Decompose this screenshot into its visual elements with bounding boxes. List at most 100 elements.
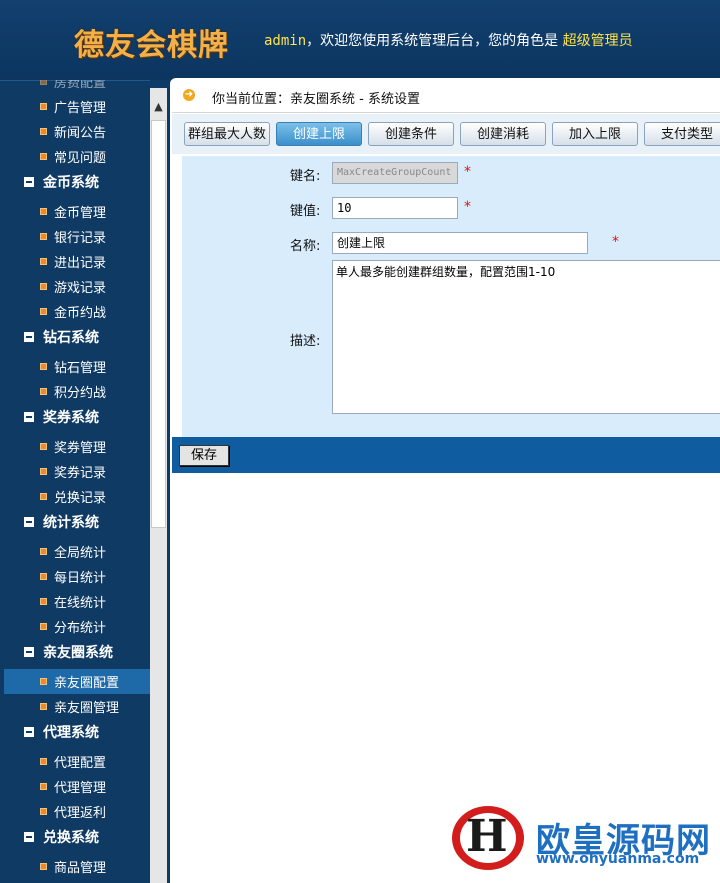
breadcrumb: ➜ 你当前位置：亲友圈系统 - 系统设置 xyxy=(172,80,720,113)
key-label: 键名: xyxy=(290,169,321,184)
sidebar-item-label: 亲友圈管理 xyxy=(54,701,120,716)
value-field[interactable]: 10 xyxy=(332,197,458,219)
sidebar-item-8[interactable]: 游戏记录 xyxy=(4,274,150,299)
scrollbar-thumb[interactable] xyxy=(151,120,166,528)
bullet-icon xyxy=(40,758,47,765)
nav-group-17[interactable]: 统计系统 xyxy=(24,509,150,534)
sidebar-item-11[interactable]: 钻石管理 xyxy=(4,354,150,379)
tab-bar: 群组最大人数 创建上限 创建条件 创建消耗 加入上限 支付类型 xyxy=(172,114,720,154)
sidebar-nav: 房费配置 广告管理 新闻公告常见问题金币系统金币管理银行记录 进出记录游戏记录金币约战… xyxy=(0,80,150,883)
action-bar: 保存 xyxy=(172,437,720,473)
scroll-up-icon[interactable]: ▲ xyxy=(150,98,167,115)
bullet-icon xyxy=(40,388,47,395)
sidebar-item-label: 奖券记录 xyxy=(54,466,107,481)
tab-create-cost[interactable]: 创建消耗 xyxy=(460,122,546,146)
sidebar-item-18[interactable]: 全局统计 xyxy=(4,539,150,564)
sidebar-item-3[interactable]: 常见问题 xyxy=(4,144,150,169)
sidebar-item-26[interactable]: 代理配置 xyxy=(4,749,150,774)
bullet-icon xyxy=(40,598,47,605)
sidebar-item-5[interactable]: 金币管理 xyxy=(4,199,150,224)
nav-group-22[interactable]: 亲友圈系统 xyxy=(24,639,150,664)
nav-group-4[interactable]: 金币系统 xyxy=(24,169,150,194)
bullet-icon xyxy=(40,573,47,580)
sidebar-item-12[interactable]: 积分约战 xyxy=(4,379,150,404)
sidebar-item-label: 分布统计 xyxy=(54,621,107,636)
bullet-icon xyxy=(40,623,47,630)
sidebar-item-label: 每日统计 xyxy=(54,571,107,586)
nav-group-29[interactable]: 兑换系统 xyxy=(24,824,150,849)
arrow-right-icon: ➜ xyxy=(183,89,195,101)
sidebar-item-label: 奖券管理 xyxy=(54,441,107,456)
collapse-icon[interactable] xyxy=(24,831,34,842)
sidebar-item-27[interactable]: 代理管理 xyxy=(4,774,150,799)
bullet-icon xyxy=(40,283,47,290)
collapse-icon[interactable] xyxy=(24,646,34,657)
sidebar-item-1[interactable]: 广告管理 xyxy=(4,94,150,119)
sidebar-item-14[interactable]: 奖券管理 xyxy=(4,434,150,459)
sidebar-item-20[interactable]: 在线统计 xyxy=(4,589,150,614)
nav-group-13[interactable]: 奖券系统 xyxy=(24,404,150,429)
tab-create-limit[interactable]: 创建上限 xyxy=(276,122,362,146)
sidebar-item-label: 积分约战 xyxy=(54,386,107,401)
nav-group-label: 亲友圈系统 xyxy=(43,644,113,661)
sidebar-item-label: 金币管理 xyxy=(54,206,107,221)
bullet-icon xyxy=(40,863,47,870)
collapse-icon[interactable] xyxy=(24,331,34,342)
description-label: 描述: xyxy=(290,334,321,349)
sidebar-item-28[interactable]: 代理返利 xyxy=(4,799,150,824)
sidebar-item-0[interactable]: 房费配置 xyxy=(4,80,150,94)
tab-group-max-members[interactable]: 群组最大人数 xyxy=(184,122,270,146)
key-field: MaxCreateGroupCount xyxy=(332,162,458,184)
content-panel: ➜ 你当前位置：亲友圈系统 - 系统设置 群组最大人数 创建上限 创建条件 创建… xyxy=(170,78,720,883)
tab-join-limit[interactable]: 加入上限 xyxy=(552,122,638,146)
sidebar-scrollbar[interactable]: ▲ xyxy=(150,88,167,883)
bullet-icon xyxy=(40,493,47,500)
nav-group-10[interactable]: 钻石系统 xyxy=(24,324,150,349)
name-field[interactable]: 创建上限 xyxy=(332,232,588,254)
sidebar-item-label: 常见问题 xyxy=(54,151,107,166)
sidebar-item-label: 金币约战 xyxy=(54,306,107,321)
bullet-icon xyxy=(40,233,47,240)
required-mark: * xyxy=(464,164,471,180)
watermark-url: www.ohyuanma.com xyxy=(536,851,700,867)
bullet-icon xyxy=(40,208,47,215)
value-label: 键值: xyxy=(290,204,321,219)
nav-group-25[interactable]: 代理系统 xyxy=(24,719,150,744)
sidebar-item-21[interactable]: 分布统计 xyxy=(4,614,150,639)
description-textarea[interactable]: 单人最多能创建群组数量，配置范围1-10 xyxy=(332,260,720,414)
bullet-icon xyxy=(40,808,47,815)
collapse-icon[interactable] xyxy=(24,176,34,187)
nav-group-label: 金币系统 xyxy=(43,174,99,191)
bullet-icon xyxy=(40,308,47,315)
tab-create-condition[interactable]: 创建条件 xyxy=(368,122,454,146)
sidebar-item-16[interactable]: 兑换记录 xyxy=(4,484,150,509)
settings-form: 键名: MaxCreateGroupCount * 键值: 10 * 名称: 创… xyxy=(182,156,720,437)
sidebar-item-label: 亲友圈配置 xyxy=(54,676,120,691)
sidebar-item-15[interactable]: 奖券记录 xyxy=(4,459,150,484)
sidebar-item-23[interactable]: 亲友圈配置 xyxy=(4,669,150,694)
sidebar-item-label: 游戏记录 xyxy=(54,281,107,296)
nav-group-label: 统计系统 xyxy=(43,514,99,531)
bullet-icon xyxy=(40,258,47,265)
tab-payment-type[interactable]: 支付类型 xyxy=(644,122,720,146)
collapse-icon[interactable] xyxy=(24,726,34,737)
sidebar-item-2[interactable]: 新闻公告 xyxy=(4,119,150,144)
sidebar-item-label: 代理配置 xyxy=(54,756,107,771)
bullet-icon xyxy=(40,103,47,110)
collapse-icon[interactable] xyxy=(24,411,34,422)
watermark: H 欧皇源码网 www.ohyuanma.com xyxy=(452,805,720,871)
name-label: 名称: xyxy=(290,239,321,254)
collapse-icon[interactable] xyxy=(24,516,34,527)
sidebar-item-6[interactable]: 银行记录 xyxy=(4,224,150,249)
sidebar-item-19[interactable]: 每日统计 xyxy=(4,564,150,589)
sidebar-item-24[interactable]: 亲友圈管理 xyxy=(4,694,150,719)
app-logo: 德友会棋牌 xyxy=(74,28,229,63)
save-button[interactable]: 保存 xyxy=(179,445,229,466)
username: admin xyxy=(264,33,307,49)
bullet-icon xyxy=(40,678,47,685)
sidebar-item-30[interactable]: 商品管理 xyxy=(4,854,150,879)
sidebar-item-9[interactable]: 金币约战 xyxy=(4,299,150,324)
bullet-icon xyxy=(40,363,47,370)
sidebar-item-7[interactable]: 进出记录 xyxy=(4,249,150,274)
bullet-icon xyxy=(40,783,47,790)
